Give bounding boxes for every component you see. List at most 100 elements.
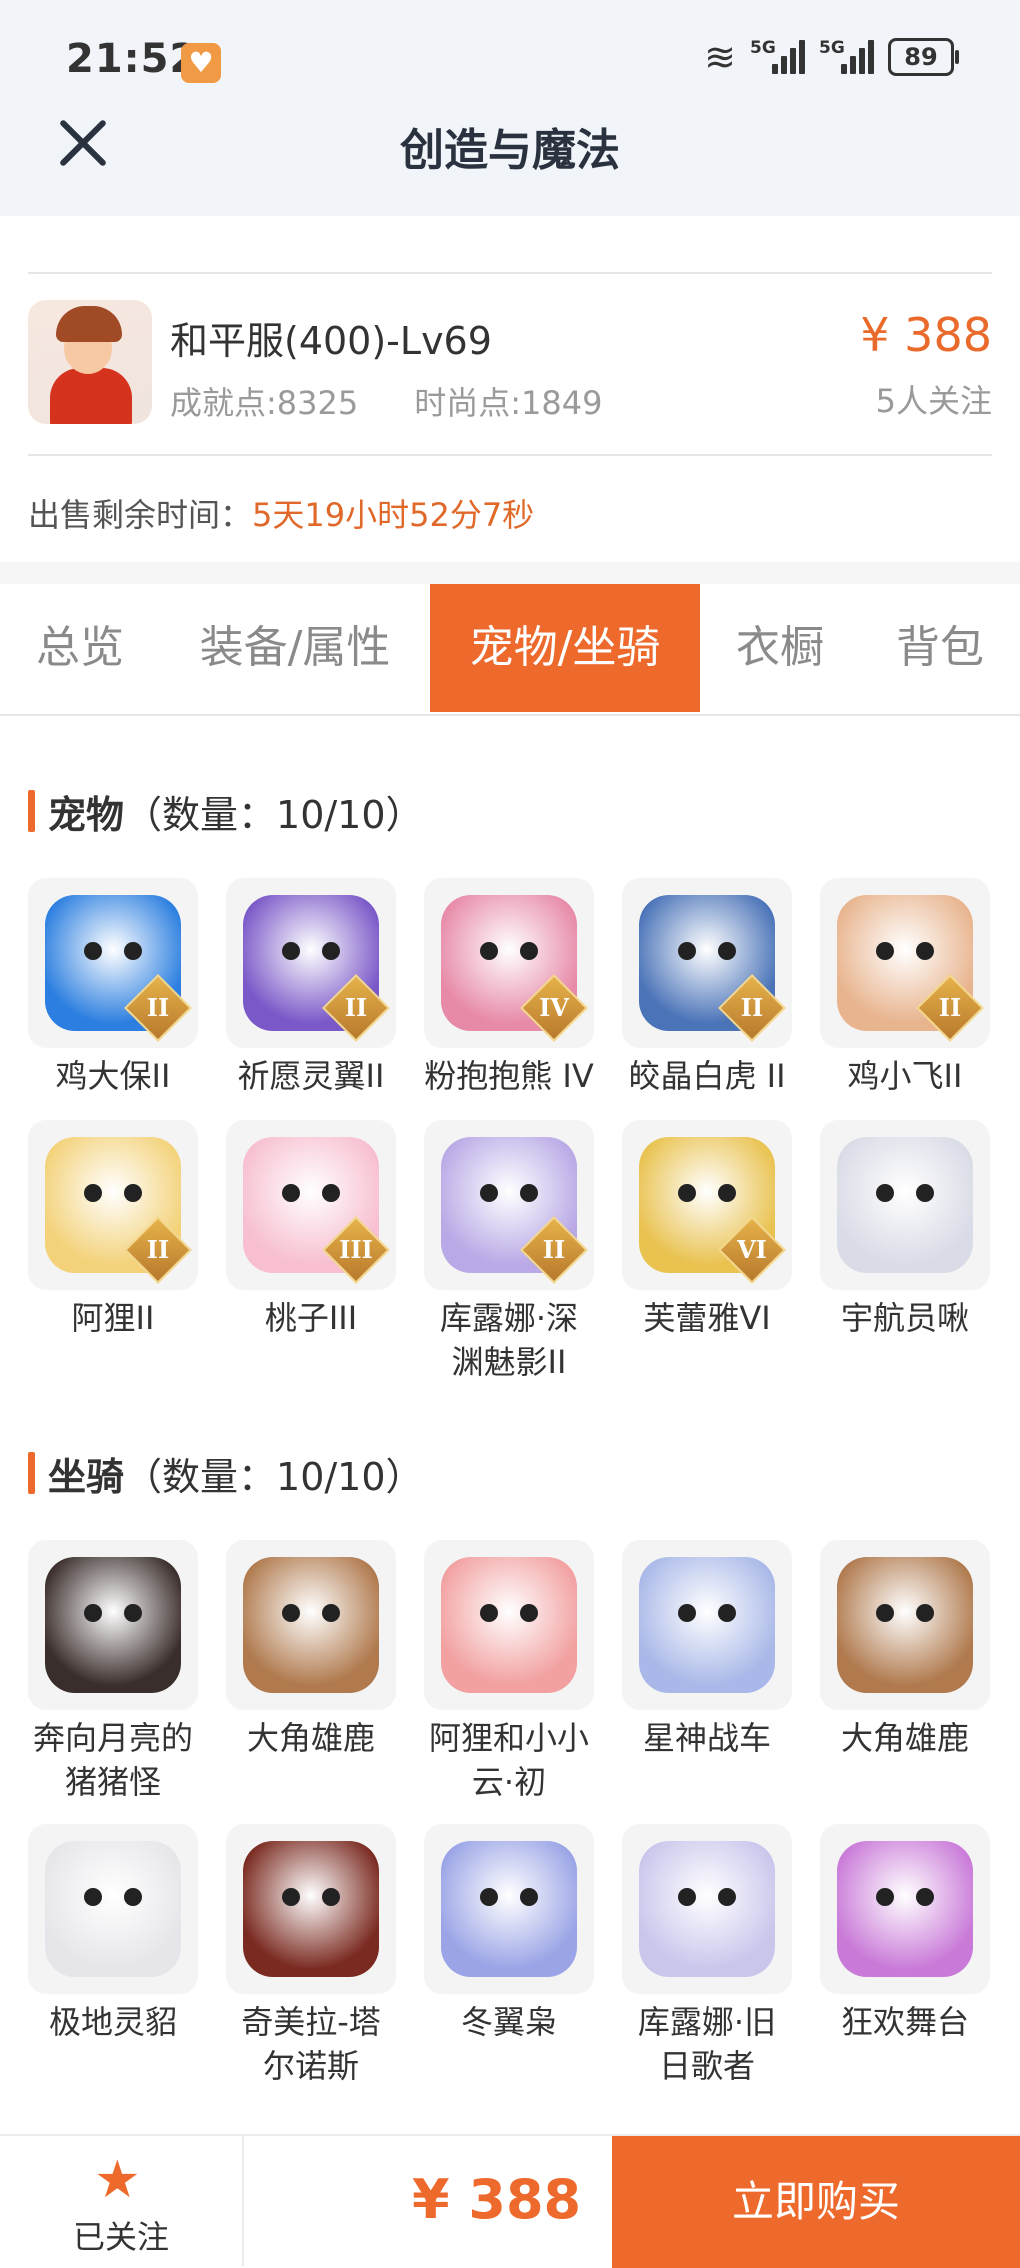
mount-name: 大角雄鹿 (840, 1719, 969, 1757)
mount-item[interactable]: 库露娜·旧日歌者 (622, 1824, 792, 2088)
mount-name: 大角雄鹿 (246, 1719, 375, 1757)
mount-image (28, 1540, 198, 1710)
pet-image: VI (622, 1120, 792, 1290)
rank-badge-text: III (339, 1235, 373, 1264)
rank-badge-text: IV (539, 993, 569, 1022)
partial-row (28, 216, 992, 274)
status-time: 21:52 (66, 36, 199, 82)
tab-overview[interactable]: 总览 (10, 584, 150, 712)
mount-name: 库露娜·旧日歌者 (637, 2003, 777, 2085)
tab-wardrobe[interactable]: 衣橱 (720, 584, 840, 712)
pet-name: 阿狸II (71, 1299, 155, 1337)
pet-name: 桃子III (264, 1299, 358, 1337)
character-name: 和平服(400)-Lv69 (170, 319, 492, 363)
bottom-bar: ★ 已关注 ¥ 388 立即购买 (0, 2134, 1020, 2268)
divider-band (0, 562, 1020, 584)
rank-badge-text: II (146, 993, 170, 1022)
signal-icon-1: 5G (750, 38, 805, 74)
mount-name: 极地灵貂 (48, 2003, 177, 2041)
mount-name: 星神战车 (642, 1719, 771, 1757)
mount-item[interactable]: 大角雄鹿 (820, 1540, 990, 1760)
pet-image (820, 1120, 990, 1290)
status-indicators: ≋ 5G 5G 89 (704, 35, 959, 79)
pet-item[interactable]: II 阿狸II (28, 1120, 198, 1340)
mount-image (28, 1824, 198, 1994)
tab-backpack[interactable]: 背包 (880, 584, 1000, 712)
mount-image (622, 1824, 792, 1994)
star-icon: ★ (94, 2150, 141, 2210)
battery-icon: 89 (888, 38, 959, 76)
pet-item[interactable]: II 鸡小飞II (820, 878, 990, 1098)
sale-time-remaining: 5天19小时52分7秒 (252, 496, 535, 534)
pet-item[interactable]: II 库露娜·深渊魅影II (424, 1120, 594, 1384)
wifi-icon: ≋ (704, 35, 736, 79)
app-notification-icon: ♥ (181, 43, 221, 83)
mount-item[interactable]: 阿狸和小小云·初 (424, 1540, 594, 1804)
pet-name: 粉抱抱熊 IV (424, 1057, 594, 1095)
follow-button[interactable]: ★ 已关注 (0, 2136, 244, 2266)
bottom-price: ¥ 388 (412, 2168, 582, 2231)
sale-time-row: 出售剩余时间：5天19小时52分7秒 (28, 490, 534, 536)
mount-name: 冬翼枭 (460, 2003, 557, 2041)
rank-badge-text: II (542, 1235, 566, 1264)
mount-image (226, 1824, 396, 1994)
pet-item[interactable]: II 祈愿灵翼II (226, 878, 396, 1098)
mount-image (424, 1824, 594, 1994)
mount-image (226, 1540, 396, 1710)
pet-name: 库露娜·深渊魅影II (439, 1299, 579, 1381)
mount-image (820, 1824, 990, 1994)
mount-item[interactable]: 奔向月亮的猪猪怪 (28, 1540, 198, 1804)
pet-item[interactable]: 宇航员啾 (820, 1120, 990, 1340)
pet-image: II (28, 1120, 198, 1290)
tab-bar: 总览 装备/属性 宠物/坐骑 衣橱 背包 (0, 584, 1020, 716)
follow-label: 已关注 (72, 2218, 169, 2256)
pet-name: 鸡小飞II (847, 1057, 963, 1095)
mount-image (820, 1540, 990, 1710)
mount-name: 狂欢舞台 (840, 2003, 969, 2041)
follower-count: 5人关注 (875, 382, 992, 420)
pet-item[interactable]: II 鸡大保II (28, 878, 198, 1098)
tab-pets-mounts[interactable]: 宠物/坐骑 (430, 584, 700, 712)
mount-item[interactable]: 冬翼枭 (424, 1824, 594, 2044)
mounts-section-title: 坐骑（数量：10/10） (28, 1446, 424, 1501)
listing-price: ¥ 388 (860, 308, 992, 362)
pets-section-title: 宠物（数量：10/10） (28, 784, 424, 839)
mount-item[interactable]: 狂欢舞台 (820, 1824, 990, 2044)
mount-item[interactable]: 奇美拉-塔尔诺斯 (226, 1824, 396, 2088)
mount-name: 奇美拉-塔尔诺斯 (241, 2003, 381, 2085)
mount-item[interactable]: 星神战车 (622, 1540, 792, 1760)
achievement-points: 成就点:8325 (170, 384, 359, 422)
mount-name: 奔向月亮的猪猪怪 (32, 1719, 193, 1801)
signal-icon-2: 5G (819, 38, 874, 74)
rank-badge-text: II (938, 993, 962, 1022)
mount-image (424, 1540, 594, 1710)
mount-item[interactable]: 大角雄鹿 (226, 1540, 396, 1760)
rank-badge-text: II (344, 993, 368, 1022)
mount-item[interactable]: 极地灵貂 (28, 1824, 198, 2044)
fashion-points: 时尚点:1849 (414, 384, 603, 422)
app-header: 21:52 ♥ ≋ 5G 5G 89 创造与魔法 (0, 0, 1020, 216)
pet-item[interactable]: II 皎晶白虎 II (622, 878, 792, 1098)
tab-equipment[interactable]: 装备/属性 (180, 584, 410, 712)
pet-image: II (622, 878, 792, 1048)
pet-image: III (226, 1120, 396, 1290)
pet-item[interactable]: VI 芙蕾雅VI (622, 1120, 792, 1340)
rank-badge-text: VI (737, 1235, 767, 1264)
rank-badge-text: II (146, 1235, 170, 1264)
pet-image: IV (424, 878, 594, 1048)
page-title: 创造与魔法 (400, 125, 620, 176)
pet-image: II (424, 1120, 594, 1290)
pet-name: 皎晶白虎 II (628, 1057, 786, 1095)
buy-now-button[interactable]: 立即购买 (612, 2136, 1020, 2268)
pet-item[interactable]: IV 粉抱抱熊 IV (424, 878, 594, 1098)
mount-image (622, 1540, 792, 1710)
pet-image: II (28, 878, 198, 1048)
sale-time-label: 出售剩余时间： (28, 496, 253, 534)
mount-name: 阿狸和小小云·初 (428, 1719, 589, 1801)
character-avatar (28, 300, 152, 424)
pet-image: II (226, 878, 396, 1048)
pet-item[interactable]: III 桃子III (226, 1120, 396, 1340)
character-stats: 成就点:8325 时尚点:1849 (170, 378, 602, 424)
listing-card[interactable]: 和平服(400)-Lv69 成就点:8325 时尚点:1849 ¥ 388 5人关… (28, 274, 992, 456)
pet-name: 鸡大保II (55, 1057, 171, 1095)
